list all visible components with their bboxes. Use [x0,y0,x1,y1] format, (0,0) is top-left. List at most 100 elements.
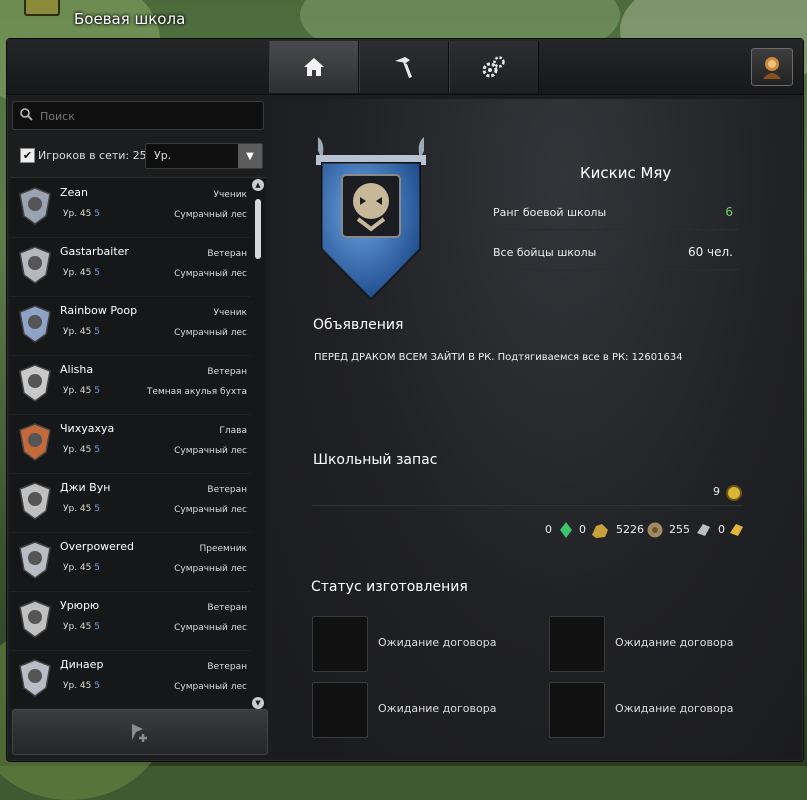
school-name: Кискис Мяу [580,164,672,182]
member-row[interactable]: Overpowered Преемник Ур. 45 5 Сумрачный лес [10,532,250,592]
member-rank: Ветеран [207,249,247,259]
member-class-icon [19,305,51,343]
crafting-status: Ожидание договора [378,702,497,715]
member-row[interactable]: Динаер Ветеран Ур. 45 5 Сумрачный лес [10,650,250,708]
crafting-slot[interactable]: Ожидание договора [312,616,542,672]
members-scrollbar[interactable]: ▲ ▼ [252,179,264,709]
member-class-icon [19,600,51,638]
member-level: Ур. 45 5 [63,327,100,337]
member-level-prefix: Ур. 45 [63,209,92,219]
member-row[interactable]: Zean Ученик Ур. 45 5 Сумрачный лес [10,178,250,238]
guild-window: ✔ Игроков в сети: 25 Ур. ▼ Zean Ученик Ур.… [6,38,804,762]
member-name: Gastarbaiter [60,245,129,258]
member-name: Overpowered [60,540,134,553]
member-level-prefix: Ур. 45 [63,445,92,455]
scroll-down-icon[interactable]: ▼ [252,697,264,709]
sort-dropdown[interactable]: Ур. ▼ [145,143,263,169]
crafting-slot[interactable]: Ожидание договора [549,682,779,738]
member-level: Ур. 45 5 [63,504,100,514]
member-row[interactable]: Alisha Ветеран Ур. 45 5 Темная акулья бухта [10,355,250,415]
member-level-sub: 5 [94,504,100,514]
member-rank: Ветеран [207,367,247,377]
member-level: Ур. 45 5 [63,268,100,278]
member-class-icon [19,364,51,402]
member-level: Ур. 45 5 [63,622,100,632]
member-name: Джи Вун [60,481,111,494]
member-row[interactable]: Rainbow Poop Ученик Ур. 45 5 Сумрачный лес [10,296,250,356]
window-title: Боевая школа [74,10,186,28]
crafting-title: Статус изготовления [311,579,468,595]
tab-home[interactable] [269,41,359,93]
sort-selected-value: Ур. [154,149,172,162]
member-row[interactable]: Чихуахуа Глава Ур. 45 5 Сумрачный лес [10,414,250,474]
currency-value: 0 [545,523,552,536]
dropdown-arrow-icon[interactable]: ▼ [238,144,262,168]
member-rank: Глава [219,426,247,436]
invite-member-button[interactable] [12,709,268,755]
member-class-icon [19,659,51,697]
gears-icon [482,56,505,78]
gold-ingot-icon [730,524,743,536]
tab-crafting[interactable] [359,41,449,93]
silver-ingot-icon [697,524,710,536]
hammer-icon [312,616,368,672]
character-avatar-button[interactable] [751,48,793,86]
member-name: Чихуахуа [60,422,115,435]
character-portrait-icon [763,57,781,79]
scroll-up-icon[interactable]: ▲ [252,179,264,191]
member-level-prefix: Ур. 45 [63,622,92,632]
treasury-gold-value: 9 [713,485,720,498]
member-location: Темная акулья бухта [146,387,247,397]
home-icon [304,58,324,76]
member-level: Ур. 45 5 [63,209,100,219]
hammer-icon [549,616,605,672]
crafting-slot[interactable]: Ожидание договора [312,682,542,738]
hammer-icon [312,682,368,738]
member-level: Ур. 45 5 [63,563,100,573]
window-titlebar[interactable]: Боевая школа [0,0,807,40]
member-location: Сумрачный лес [174,269,247,279]
member-level-sub: 5 [94,622,100,632]
search-input[interactable] [38,104,257,128]
crafting-slot[interactable]: Ожидание договора [549,616,779,672]
member-level-sub: 5 [94,386,100,396]
member-name: Урюрю [60,599,100,612]
school-rank-row: Ранг боевой школы 6 [479,197,739,230]
currency-value: 5226 [616,523,644,536]
member-level-sub: 5 [94,445,100,455]
crafting-status: Ожидание договора [615,702,734,715]
member-level: Ур. 45 5 [63,386,100,396]
member-class-icon [19,246,51,284]
member-level: Ур. 45 5 [63,681,100,691]
online-count-label: Игроков в сети: 25 [38,149,147,162]
members-list[interactable]: Zean Ученик Ур. 45 5 Сумрачный лес Gastarbai… [10,177,266,708]
member-name: Alisha [60,363,94,376]
school-fighters-value: 60 чел. [687,245,733,259]
member-level: Ур. 45 5 [63,445,100,455]
member-level-prefix: Ур. 45 [63,681,92,691]
member-rank: Ветеран [207,603,247,613]
school-fighters-row: Все бойцы школы 60 чел. [479,237,739,270]
member-level-sub: 5 [94,327,100,337]
scroll-thumb[interactable] [255,199,261,259]
school-info-panel: Кискис Мяу Ранг боевой школы 6 Все бойцы… [272,99,801,757]
search-box[interactable] [12,101,264,130]
gold-coin-icon [726,485,742,501]
member-location: Сумрачный лес [174,210,247,220]
member-class-icon [19,423,51,461]
member-class-icon [19,482,51,520]
currency-value: 0 [579,523,586,536]
member-row[interactable]: Джи Вун Ветеран Ур. 45 5 Сумрачный лес [10,473,250,533]
member-level-prefix: Ур. 45 [63,268,92,278]
member-name: Zean [60,186,89,199]
gold-ore-icon [592,524,608,538]
online-filter-row: ✔ Игроков в сети: 25 Ур. ▼ [14,143,264,169]
announcements-title: Объявления [313,317,404,333]
member-level-sub: 5 [94,268,100,278]
tab-settings[interactable] [449,41,539,93]
online-only-checkbox[interactable]: ✔ [20,148,35,163]
member-row[interactable]: Gastarbaiter Ветеран Ур. 45 5 Сумрачный лес [10,237,250,297]
member-level-sub: 5 [94,681,100,691]
member-row[interactable]: Урюрю Ветеран Ур. 45 5 Сумрачный лес [10,591,250,651]
member-rank: Ветеран [207,485,247,495]
